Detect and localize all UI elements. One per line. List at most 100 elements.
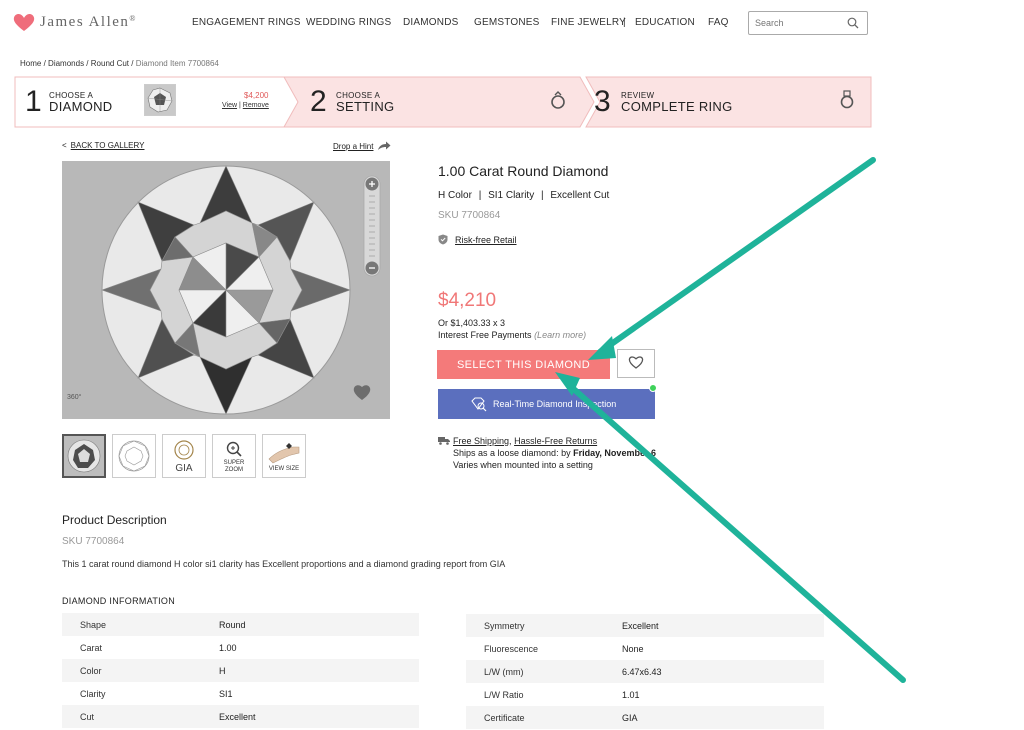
share-arrow-icon[interactable] — [377, 141, 391, 151]
table-row: Shape Round — [62, 613, 419, 636]
nav-diamonds[interactable]: DIAMONDS — [403, 17, 459, 28]
back-label: BACK TO GALLERY — [70, 141, 145, 150]
search-box — [748, 11, 868, 35]
attr-divider: | — [478, 190, 482, 201]
free-shipping-link[interactable]: Free Shipping — [453, 436, 509, 446]
favorite-heart-icon[interactable] — [352, 383, 372, 401]
wishlist-button[interactable] — [617, 349, 655, 378]
spec-key: Certificate — [484, 713, 525, 723]
link-divider: | — [239, 102, 241, 109]
product-title: 1.00 Carat Round Diamond — [438, 163, 609, 179]
site-header: James Allen® ENGAGEMENT RINGS WEDDING RI… — [0, 0, 1024, 48]
drop-a-hint-link[interactable]: Drop a Hint — [333, 142, 373, 151]
truck-icon — [438, 437, 450, 445]
nav-education[interactable]: EDUCATION — [635, 17, 695, 28]
table-row: Clarity SI1 — [62, 682, 419, 705]
spec-key: Fluorescence — [484, 644, 539, 654]
interest-free-text: Interest Free Payments (Learn more) — [438, 330, 586, 340]
breadcrumb-round-cut[interactable]: Round Cut — [91, 59, 129, 68]
step-number: 2 — [310, 85, 327, 118]
realtime-inspection-button[interactable]: Real-Time Diamond Inspection — [438, 389, 655, 419]
complete-ring-icon — [840, 90, 854, 109]
step-number: 1 — [25, 85, 42, 118]
spec-key: Shape — [80, 620, 107, 630]
breadcrumb: Home / Diamonds / Round Cut / Diamond It… — [20, 59, 219, 68]
zoom-slider[interactable] — [362, 174, 382, 278]
spec-value: H — [219, 666, 226, 676]
learn-more-link[interactable]: (Learn more) — [534, 330, 586, 340]
step-title: DIAMOND — [49, 99, 113, 114]
table-row: L/W (mm) 6.47x6.43 — [466, 660, 824, 683]
spec-key: Cut — [80, 712, 95, 722]
thumb-photo[interactable] — [62, 434, 106, 478]
remove-link[interactable]: Remove — [243, 102, 269, 109]
installment-price: Or $1,403.33 x 3 — [438, 318, 506, 328]
free-returns-link[interactable]: Hassle-Free Returns — [514, 436, 597, 446]
thumb-view-size[interactable]: VIEW SIZE — [262, 434, 306, 478]
product-price: $4,210 — [438, 290, 497, 311]
brand-logo[interactable]: James Allen® — [12, 12, 137, 32]
nav-faq[interactable]: FAQ — [708, 17, 729, 28]
nav-wedding-rings[interactable]: WEDDING RINGS — [306, 17, 391, 28]
brand-name: James Allen® — [40, 13, 137, 30]
view-360-label: 360° — [67, 394, 82, 401]
spec-value: SI1 — [219, 689, 233, 699]
step-title: SETTING — [336, 99, 395, 114]
spec-key: L/W (mm) — [484, 667, 524, 677]
breadcrumb-diamonds[interactable]: Diamonds — [48, 59, 84, 68]
online-status-dot — [649, 384, 657, 392]
ship-note: Varies when mounted into a setting — [453, 460, 593, 470]
breadcrumb-home[interactable]: Home — [20, 59, 41, 68]
spec-key: L/W Ratio — [484, 690, 524, 700]
ship-date-prefix: Ships as a loose diamond: by — [453, 448, 571, 458]
attr-color: H Color — [438, 190, 472, 201]
view-360-badge[interactable]: 360° — [67, 394, 89, 408]
thumb-diagram[interactable] — [112, 434, 156, 478]
spec-key: Symmetry — [484, 621, 525, 631]
diamond-main-image[interactable]: 360° — [62, 161, 390, 419]
diamond-magnifier-icon — [471, 397, 487, 412]
breadcrumb-separator: / — [86, 59, 89, 68]
back-arrow-icon: < — [62, 141, 67, 150]
spec-value: None — [622, 644, 644, 654]
table-row: Cut Excellent — [62, 705, 419, 728]
inspection-label: Real-Time Diamond Inspection — [493, 399, 617, 409]
shipping-comma: , — [509, 436, 512, 446]
risk-free-retail-link[interactable]: Risk-free Retail — [455, 235, 517, 245]
view-link[interactable]: View — [222, 102, 237, 109]
diamond-info-title: DIAMOND INFORMATION — [62, 596, 176, 606]
search-icon[interactable] — [847, 17, 859, 29]
spec-value: Round — [219, 620, 246, 630]
thumb-gia-certificate[interactable]: GIA — [162, 434, 206, 478]
description-sku: SKU 7700864 — [62, 536, 125, 547]
description-text: This 1 carat round diamond H color si1 c… — [62, 559, 506, 569]
spec-value: GIA — [622, 713, 638, 723]
view-size-label: VIEW SIZE — [268, 466, 300, 472]
step-title: COMPLETE RING — [621, 99, 733, 114]
table-row: Certificate GIA — [466, 706, 824, 729]
selected-diamond-thumbnail — [144, 84, 176, 116]
select-diamond-button[interactable]: SELECT THIS DIAMOND — [437, 350, 610, 379]
annotation-arrow-upper — [597, 157, 876, 355]
heart-outline-icon — [628, 356, 644, 369]
shield-icon — [438, 234, 448, 245]
nav-gemstones[interactable]: GEMSTONES — [474, 17, 540, 28]
interest-label: Interest Free Payments — [438, 330, 532, 340]
nav-fine-jewelry[interactable]: FINE JEWELRY — [551, 17, 626, 28]
back-to-gallery-link[interactable]: < BACK TO GALLERY — [62, 141, 144, 150]
spec-value: 6.47x6.43 — [622, 667, 662, 677]
spec-key: Color — [80, 666, 102, 676]
spec-value: 1.00 — [219, 643, 237, 653]
attr-clarity: SI1 Clarity — [488, 190, 535, 201]
build-steps: 1 CHOOSE A DIAMOND $4,200 View | Remove … — [14, 76, 872, 128]
shipping-info: Free Shipping, Hassle-Free Returns — [453, 436, 597, 446]
steps-background — [14, 76, 872, 128]
nav-engagement-rings[interactable]: ENGAGEMENT RINGS — [192, 17, 301, 28]
spec-value: Excellent — [622, 621, 659, 631]
thumb-super-zoom[interactable]: SUPER ZOOM — [212, 434, 256, 478]
search-input[interactable] — [755, 16, 845, 30]
table-row: Color H — [62, 659, 419, 682]
ring-setting-icon — [551, 91, 565, 109]
table-row: Fluorescence None — [466, 637, 824, 660]
zoom-label: ZOOM — [225, 467, 243, 473]
